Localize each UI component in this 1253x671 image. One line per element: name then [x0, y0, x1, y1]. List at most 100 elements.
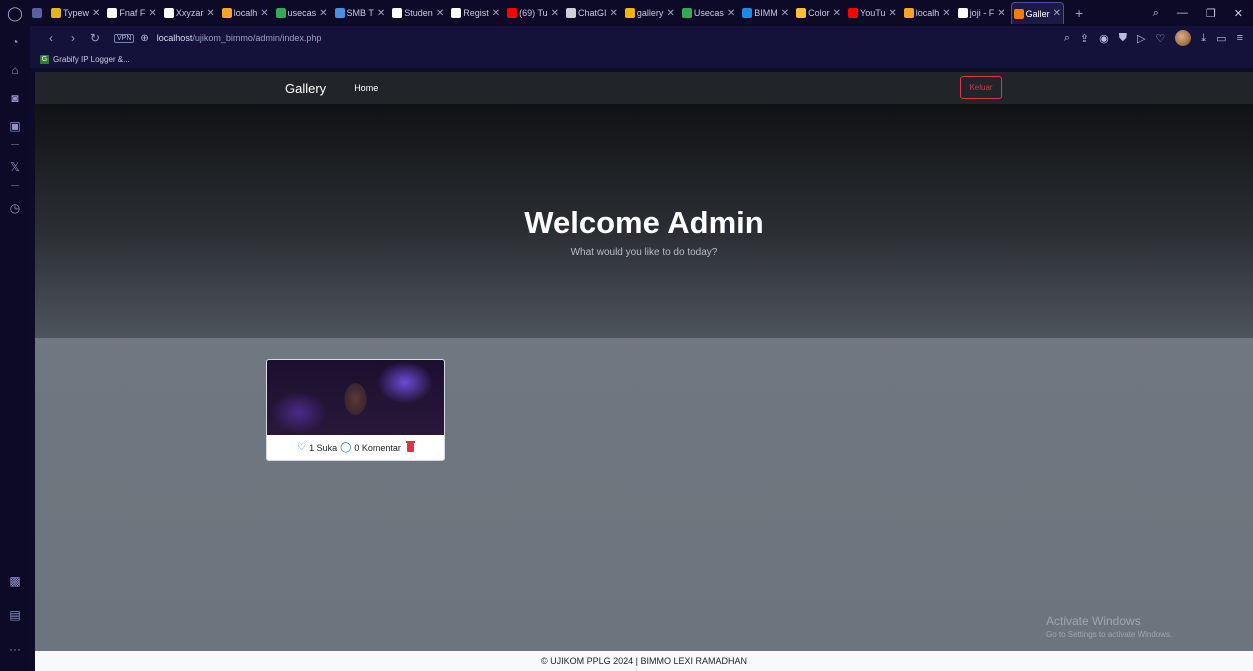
heart-icon[interactable]: ♡ [1155, 32, 1165, 45]
share-icon[interactable]: ⇪ [1080, 32, 1089, 45]
web-icon [392, 8, 403, 18]
photo-thumbnail[interactable] [267, 360, 444, 435]
logout-button[interactable]: Keluar [960, 76, 1002, 99]
browser-tab[interactable]: localh ✕ [220, 2, 271, 24]
comment-icon[interactable]: ◯ [340, 442, 351, 453]
youtube-icon [848, 8, 859, 18]
back-icon[interactable]: ‹ [40, 31, 62, 45]
url-host: localhost [156, 33, 193, 43]
browser-tab[interactable]: usecas ✕ [274, 2, 330, 24]
tab-label: gallery [636, 8, 664, 18]
browser-tab[interactable]: joji - F ✕ [956, 2, 1008, 24]
download-icon[interactable]: ⤓ [1201, 32, 1206, 45]
browser-tab[interactable]: Studen ✕ [390, 2, 446, 24]
snapshot-icon[interactable]: ◉ [1099, 32, 1109, 45]
tab-close-icon[interactable]: ✕ [206, 8, 214, 19]
browser-tab[interactable]: Usecas ✕ [680, 2, 737, 24]
tab-close-icon[interactable]: ✕ [610, 8, 618, 19]
likes-count: 1 Suka [309, 442, 338, 453]
trello-icon [742, 8, 753, 18]
battery-icon[interactable]: ▭ [1216, 32, 1226, 45]
site-info-icon[interactable]: ⊕ [140, 33, 148, 44]
shield-icon[interactable]: ⛊ [1119, 32, 1127, 45]
tab-close-icon[interactable]: ✕ [727, 8, 735, 19]
history-icon[interactable]: ◷ [0, 196, 30, 220]
browser-tab[interactable]: Fnaf F ✕ [105, 2, 158, 24]
speed-dial-icon[interactable]: ◔ [0, 30, 30, 54]
browser-tab[interactable]: Xxyzar ✕ [162, 2, 217, 24]
more-icon[interactable]: ··· [0, 637, 30, 661]
web-icon [451, 8, 462, 18]
flow-icon[interactable]: ▷ [1137, 32, 1145, 45]
trash-icon[interactable] [405, 441, 415, 452]
tab-close-icon[interactable]: ✕ [942, 8, 950, 19]
tab-close-icon[interactable]: ✕ [888, 8, 896, 19]
tab-label: BIMM [754, 8, 778, 18]
browser-tab[interactable]: Color ✕ [794, 2, 843, 24]
tab-close-icon[interactable]: ✕ [377, 8, 385, 19]
sidebar-divider [11, 144, 19, 145]
browser-tab[interactable]: YouTu ✕ [846, 2, 899, 24]
messenger-icon[interactable]: ◙ [0, 86, 30, 110]
monkeytype-icon [51, 8, 61, 18]
restore-icon[interactable]: ❐ [1206, 7, 1216, 20]
browser-tab[interactable]: (69) Tu ✕ [505, 2, 561, 24]
tab-label: YouTu [860, 8, 886, 18]
tab-close-icon[interactable]: ✕ [436, 8, 444, 19]
bookmarks-bar: G Grabify IP Logger &... [30, 50, 1253, 68]
like-heart-icon[interactable]: ♡ [297, 442, 306, 453]
tab-close-icon[interactable]: ✕ [997, 8, 1005, 19]
url-field[interactable]: localhost/ujikom_bimmo/admin/index.php [157, 33, 322, 43]
x-twitter-icon[interactable]: 𝕏 [0, 155, 30, 179]
browser-tab[interactable]: ChatGI ✕ [564, 2, 620, 24]
tab-close-icon[interactable]: ✕ [666, 8, 674, 19]
browser-tab[interactable] [30, 2, 46, 24]
browser-tab[interactable]: BIMM ✕ [740, 2, 791, 24]
browser-tab[interactable]: Galler ✕ [1010, 2, 1064, 24]
tab-close-icon[interactable]: ✕ [551, 8, 559, 19]
shopping-icon[interactable]: ⌂ [0, 58, 30, 82]
opera-logo-icon[interactable]: ◯ [0, 0, 30, 26]
tab-close-icon[interactable]: ✕ [148, 8, 156, 19]
extension-icon[interactable]: ▩ [0, 569, 30, 593]
close-window-icon[interactable]: ✕ [1234, 7, 1243, 20]
vpn-badge[interactable]: VPN [114, 33, 135, 43]
tab-label: Xxyzar [175, 8, 204, 18]
browser-tab[interactable]: Typew ✕ [49, 2, 102, 24]
tab-label: SMB T [346, 8, 374, 18]
nav-home-link[interactable]: Home [354, 83, 378, 93]
wallet-icon[interactable]: ▤ [0, 603, 30, 627]
whatsapp-icon[interactable]: ▣ [0, 114, 30, 138]
search-icon[interactable]: ⌕ [1064, 32, 1070, 45]
reload-icon[interactable]: ↻ [84, 31, 106, 45]
tab-close-icon[interactable]: ✕ [92, 8, 100, 19]
new-tab-icon[interactable]: + [1067, 5, 1091, 21]
minimize-icon[interactable]: — [1177, 7, 1188, 20]
tab-close-icon[interactable]: ✕ [781, 8, 789, 19]
forward-icon[interactable]: › [62, 31, 84, 45]
browser-tab[interactable]: localh ✕ [902, 2, 953, 24]
tab-close-icon[interactable]: ✕ [1053, 8, 1061, 19]
u-icon [334, 8, 345, 18]
toolbar-right: ⌕ ⇪ ◉ ⛊ ▷ ♡ ⤓ ▭ ≡ [1064, 30, 1253, 46]
comments-count: 0 Komentar [354, 442, 401, 453]
tab-close-icon[interactable]: ✕ [833, 8, 841, 19]
site-footer: © UJIKOM PPLG 2024 | BIMMO LEXI RAMADHAN [35, 651, 1253, 671]
browser-tab[interactable]: SMB T ✕ [333, 2, 388, 24]
browser-tab[interactable]: Regist ✕ [449, 2, 502, 24]
tab-close-icon[interactable]: ✕ [319, 8, 327, 19]
menu-icon[interactable]: ≡ [1237, 32, 1243, 44]
navbar-brand[interactable]: Gallery [285, 81, 326, 96]
google-icon [957, 8, 968, 18]
grabify-icon: G [40, 54, 49, 64]
card-footer: ♡ 1 Suka ◯ 0 Komentar [267, 435, 444, 460]
browser-tab[interactable]: gallery ✕ [623, 2, 677, 24]
tab-close-icon[interactable]: ✕ [260, 8, 268, 19]
search-tabs-icon[interactable]: ⌕ [1153, 7, 1159, 20]
browser-tab-bar: ◯ Typew ✕ Fnaf F ✕ Xxyzar ✕ localh ✕ usecas ✕ SMB … [0, 0, 1253, 26]
avatar[interactable] [1175, 30, 1192, 46]
bookmark-item[interactable]: Grabify IP Logger &... [53, 55, 130, 64]
hero-title: Welcome Admin [524, 204, 764, 240]
tab-close-icon[interactable]: ✕ [492, 8, 500, 19]
sidebar-divider [11, 185, 19, 186]
